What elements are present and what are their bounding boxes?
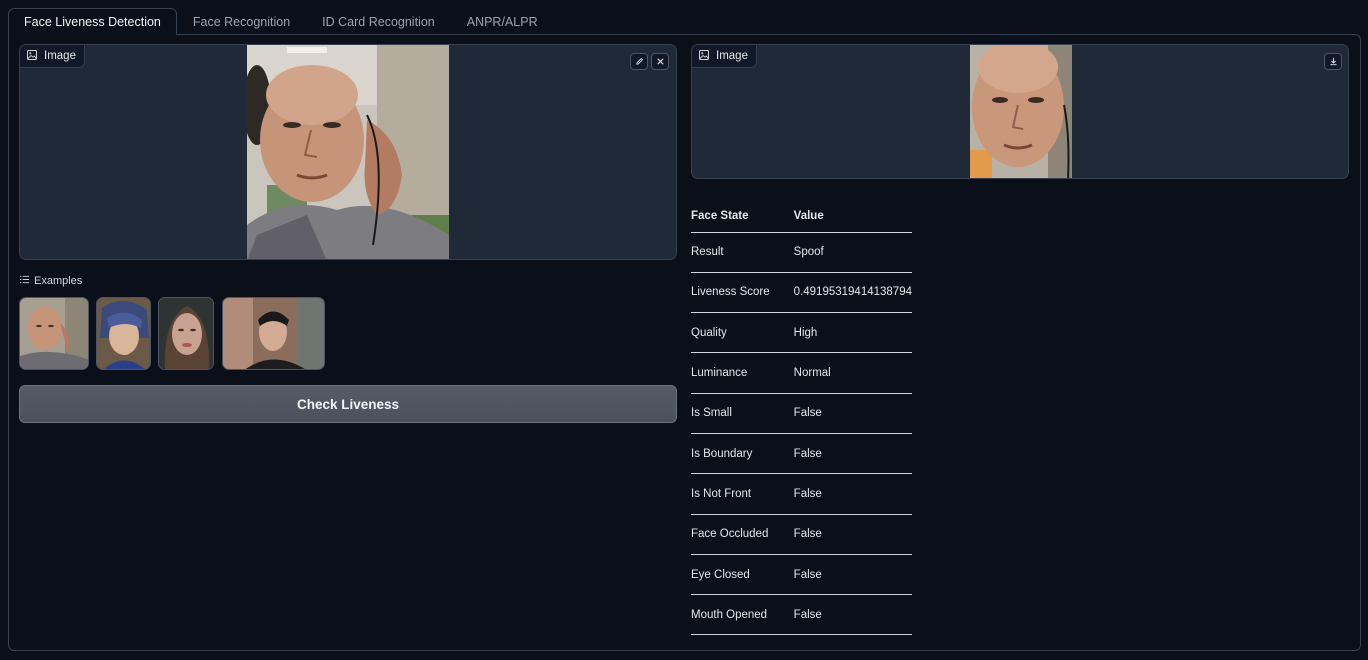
face-state-table: Face State Value Result Spoof Liveness Sc… bbox=[691, 200, 912, 636]
examples-heading: Examples bbox=[20, 275, 82, 287]
table-row: Is Small False bbox=[691, 393, 912, 434]
edit-button[interactable] bbox=[630, 53, 648, 70]
table-row: Eye Closed False bbox=[691, 554, 912, 596]
value-cell: False bbox=[793, 393, 912, 434]
tab-face-liveness-detection[interactable]: Face Liveness Detection bbox=[8, 8, 177, 36]
value-cell: 0.49195319414138794 bbox=[793, 272, 912, 314]
output-image-label-tag: Image bbox=[692, 45, 757, 68]
clear-image-button[interactable] bbox=[651, 53, 669, 70]
table-row: Luminance Normal bbox=[691, 352, 912, 394]
face-state-cell: Eye Closed bbox=[691, 554, 794, 596]
table-row: Result Spoof bbox=[691, 232, 912, 273]
table-row: Liveness Score 0.49195319414138794 bbox=[691, 272, 912, 314]
output-image-box: Image bbox=[691, 44, 1349, 179]
face-state-cell: Quality bbox=[691, 312, 794, 354]
table-row: Is Boundary False bbox=[691, 433, 912, 475]
tab-face-recognition[interactable]: Face Recognition bbox=[177, 8, 306, 35]
list-icon bbox=[20, 275, 29, 287]
value-cell: False bbox=[793, 514, 912, 555]
table-header-row: Face State Value bbox=[691, 200, 912, 233]
examples-label: Examples bbox=[34, 275, 83, 287]
image-icon bbox=[699, 49, 709, 63]
value-cell: False bbox=[793, 594, 912, 636]
column-header-face-state: Face State bbox=[691, 200, 794, 233]
value-cell: Spoof bbox=[793, 232, 912, 273]
output-image-label: Image bbox=[716, 50, 748, 62]
example-thumbnail-4[interactable] bbox=[222, 297, 325, 370]
example-thumbnail-2[interactable] bbox=[96, 297, 151, 370]
pencil-icon bbox=[635, 53, 644, 71]
check-liveness-button[interactable]: Check Liveness bbox=[19, 385, 677, 423]
face-state-cell: Is Boundary bbox=[691, 433, 794, 475]
input-image-label: Image bbox=[44, 50, 76, 62]
table-row: Is Not Front False bbox=[691, 473, 912, 515]
face-state-cell: Face Occluded bbox=[691, 514, 794, 555]
column-header-value: Value bbox=[793, 200, 912, 233]
download-button[interactable] bbox=[1324, 53, 1342, 70]
tab-anpr-alpr[interactable]: ANPR/ALPR bbox=[451, 8, 554, 35]
table-row: Quality High bbox=[691, 312, 912, 354]
value-cell: False bbox=[793, 433, 912, 475]
value-cell: High bbox=[793, 312, 912, 354]
face-state-cell: Is Not Front bbox=[691, 473, 794, 515]
app-window: Face Liveness Detection Face Recognition… bbox=[0, 0, 1368, 660]
face-state-cell: Liveness Score bbox=[691, 272, 794, 314]
face-state-cell: Luminance bbox=[691, 352, 794, 394]
value-cell: Normal bbox=[793, 352, 912, 394]
input-image-box[interactable]: Image bbox=[19, 44, 677, 260]
image-icon bbox=[27, 49, 37, 63]
value-cell: False bbox=[793, 473, 912, 515]
table-row: Mouth Opened False bbox=[691, 594, 912, 636]
tab-id-card-recognition[interactable]: ID Card Recognition bbox=[306, 8, 451, 35]
example-thumbnail-3[interactable] bbox=[158, 297, 214, 370]
value-cell: False bbox=[793, 554, 912, 596]
output-face-crop bbox=[970, 45, 1072, 178]
table-row: Face Occluded False bbox=[691, 514, 912, 555]
face-state-cell: Mouth Opened bbox=[691, 594, 794, 636]
close-icon bbox=[656, 53, 665, 71]
face-state-cell: Is Small bbox=[691, 393, 794, 434]
face-state-cell: Result bbox=[691, 232, 794, 273]
tab-bar: Face Liveness Detection Face Recognition… bbox=[8, 8, 1360, 36]
input-image-label-tag: Image bbox=[20, 45, 85, 68]
download-icon bbox=[1329, 53, 1338, 71]
input-face-photo bbox=[247, 45, 449, 259]
example-thumbnail-1[interactable] bbox=[19, 297, 89, 370]
